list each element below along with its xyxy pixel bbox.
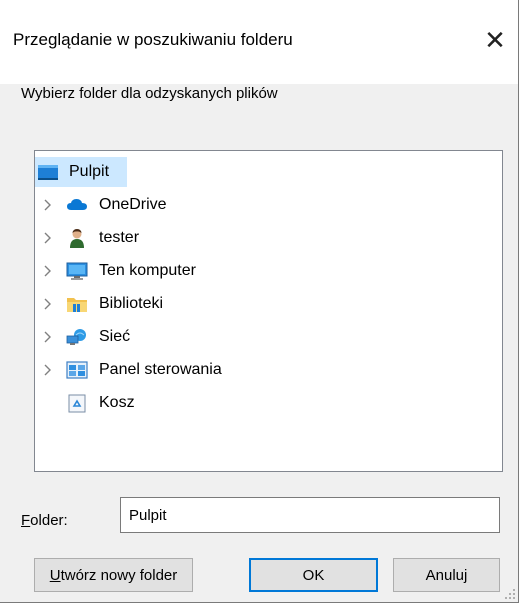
title-bar: Przeglądanie w poszukiwaniu folderu ✕ <box>0 0 518 84</box>
close-button[interactable]: ✕ <box>472 18 518 62</box>
tree-item-siec[interactable]: Sieć <box>35 322 502 352</box>
new-folder-accesskey: U <box>49 566 61 584</box>
ok-label: OK <box>302 566 325 584</box>
tree-item-label: Biblioteki <box>99 295 164 312</box>
tree-item-onedrive[interactable]: OneDrive <box>35 190 502 220</box>
recycle-bin-icon <box>68 394 86 413</box>
window-title: Przeglądanie w poszukiwaniu folderu <box>13 30 293 49</box>
close-icon: ✕ <box>484 24 506 55</box>
libraries-icon <box>67 298 87 312</box>
new-folder-label: twórz nowy folder <box>60 566 178 584</box>
tree-item-ten-komputer[interactable]: Ten komputer <box>35 256 502 286</box>
tree-item-label: Kosz <box>99 394 135 411</box>
tree-item-label: tester <box>99 229 140 246</box>
tree-item-kosz[interactable]: Kosz <box>35 388 502 418</box>
folder-label-accesskey: F <box>21 512 31 529</box>
network-icon <box>66 329 86 345</box>
folder-label: Folder: <box>21 512 68 529</box>
folder-tree[interactable]: Pulpit OneDrive tester Ten komputer Bibl… <box>34 150 503 472</box>
control-panel-icon <box>66 361 88 379</box>
tree-item-label: Panel sterowania <box>99 361 222 378</box>
user-icon <box>70 229 84 248</box>
folder-label-rest: older: <box>30 512 68 529</box>
tree-item-panel-sterowania[interactable]: Panel sterowania <box>35 355 502 385</box>
chevron-right-icon[interactable] <box>43 190 53 220</box>
resize-grip-icon[interactable] <box>504 588 516 600</box>
cloud-icon <box>67 199 87 210</box>
browse-folder-dialog: Przeglądanie w poszukiwaniu folderu ✕ Wy… <box>0 0 519 603</box>
chevron-right-icon[interactable] <box>43 355 53 385</box>
computer-icon <box>66 262 88 280</box>
folder-input[interactable] <box>120 497 500 533</box>
tree-item-label: OneDrive <box>99 196 167 213</box>
desktop-icon <box>38 165 58 180</box>
tree-item-pulpit[interactable]: Pulpit <box>35 157 502 187</box>
tree-item-label: Ten komputer <box>99 262 196 279</box>
cancel-button[interactable]: Anuluj <box>393 558 500 592</box>
tree-item-tester[interactable]: tester <box>35 223 502 253</box>
new-folder-button[interactable]: Utwórz nowy folder <box>34 558 193 592</box>
ok-button[interactable]: OK <box>249 558 378 592</box>
tree-item-label: Pulpit <box>69 163 110 180</box>
chevron-right-icon[interactable] <box>43 223 53 253</box>
tree-item-biblioteki[interactable]: Biblioteki <box>35 289 502 319</box>
chevron-right-icon[interactable] <box>43 256 53 286</box>
chevron-right-icon[interactable] <box>43 322 53 352</box>
instruction-text: Wybierz folder dla odzyskanych plików <box>21 85 278 102</box>
cancel-label: Anuluj <box>425 566 468 584</box>
tree-item-label: Sieć <box>99 328 131 345</box>
chevron-right-icon[interactable] <box>43 289 53 319</box>
